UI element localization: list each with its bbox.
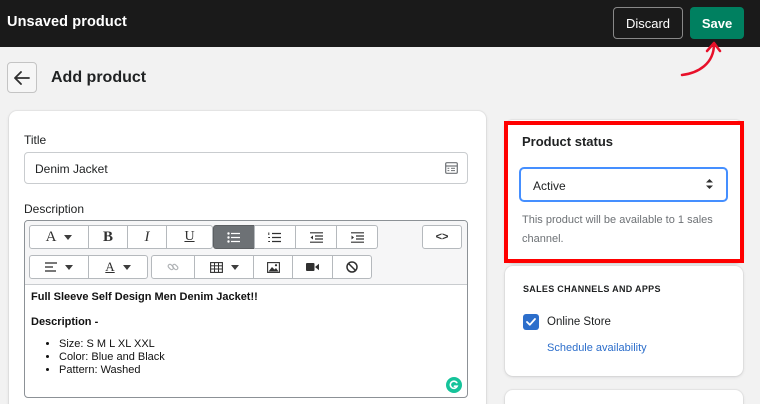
underline-button[interactable]: U [166,225,213,249]
content-subheading: Description - [31,316,99,328]
list-item: Size: S M L XL XXL [59,338,258,351]
font-style-dropdown[interactable]: A [29,225,89,249]
save-button[interactable]: Save [690,7,744,39]
clear-formatting-button[interactable] [332,255,372,279]
bold-icon: B [102,228,113,245]
bulleted-list-button[interactable] [213,225,255,249]
content-heading: Full Sleeve Self Design Men Denim Jacket… [31,291,258,303]
title-input[interactable]: Denim Jacket [24,152,468,184]
back-button[interactable] [7,62,37,93]
schedule-availability-link[interactable]: Schedule availability [547,342,647,354]
top-bar: Unsaved product Discard Save [0,0,760,47]
numbered-list-icon [268,232,281,242]
insert-video-button[interactable] [292,255,333,279]
bold-button[interactable]: B [88,225,128,249]
table-icon [209,261,223,273]
grammarly-g-icon [449,380,459,390]
checkmark-icon [526,318,536,326]
annotation-arrow-icon [680,41,722,77]
link-button[interactable] [151,255,195,279]
page-title: Add product [51,69,147,86]
align-left-icon [45,262,57,272]
editor-content: Full Sleeve Self Design Men Denim Jacket… [31,291,258,377]
title-label: Title [24,133,47,147]
next-card [505,390,743,404]
underline-icon: U [184,229,195,244]
italic-button[interactable]: I [127,225,167,249]
grammarly-icon[interactable] [446,377,462,393]
link-icon [167,263,179,271]
online-store-label: Online Store [547,316,611,328]
table-dropdown[interactable] [194,255,254,279]
sales-channels-heading: SALES CHANNELS AND APPS [523,284,661,294]
discard-button[interactable]: Discard [613,7,683,39]
list-item: Color: Blue and Black [59,351,258,364]
outdent-button[interactable] [295,225,337,249]
font-a-icon: A [45,228,57,245]
video-icon [306,263,319,271]
sales-channels-card [505,266,743,376]
outdent-icon [309,231,323,243]
description-label: Description [24,202,85,216]
title-value: Denim Jacket [35,162,108,176]
content-bullet-list: Size: S M L XL XXL Color: Blue and Black… [59,338,258,377]
indent-button[interactable] [336,225,378,249]
unsaved-title: Unsaved product [7,14,127,30]
form-fill-icon [445,162,458,174]
list-item: Pattern: Washed [59,364,258,377]
text-align-dropdown[interactable] [29,255,89,279]
arrow-left-icon [14,70,30,85]
editor-toolbar: A B I U <> A [25,221,467,285]
numbered-list-button[interactable] [254,225,296,249]
italic-icon: I [144,228,150,245]
image-icon [266,261,280,273]
highlight-box [504,121,744,263]
indent-icon [350,231,364,243]
text-color-icon: A [105,259,115,274]
insert-image-button[interactable] [253,255,293,279]
clear-format-icon [346,261,358,273]
online-store-checkbox[interactable] [523,314,539,330]
source-code-button[interactable]: <> [422,225,462,249]
bulleted-list-icon [227,231,240,243]
description-editor[interactable]: A B I U <> A Full Sleeve Self Design Men… [24,220,468,398]
text-color-dropdown[interactable]: A [88,255,148,279]
